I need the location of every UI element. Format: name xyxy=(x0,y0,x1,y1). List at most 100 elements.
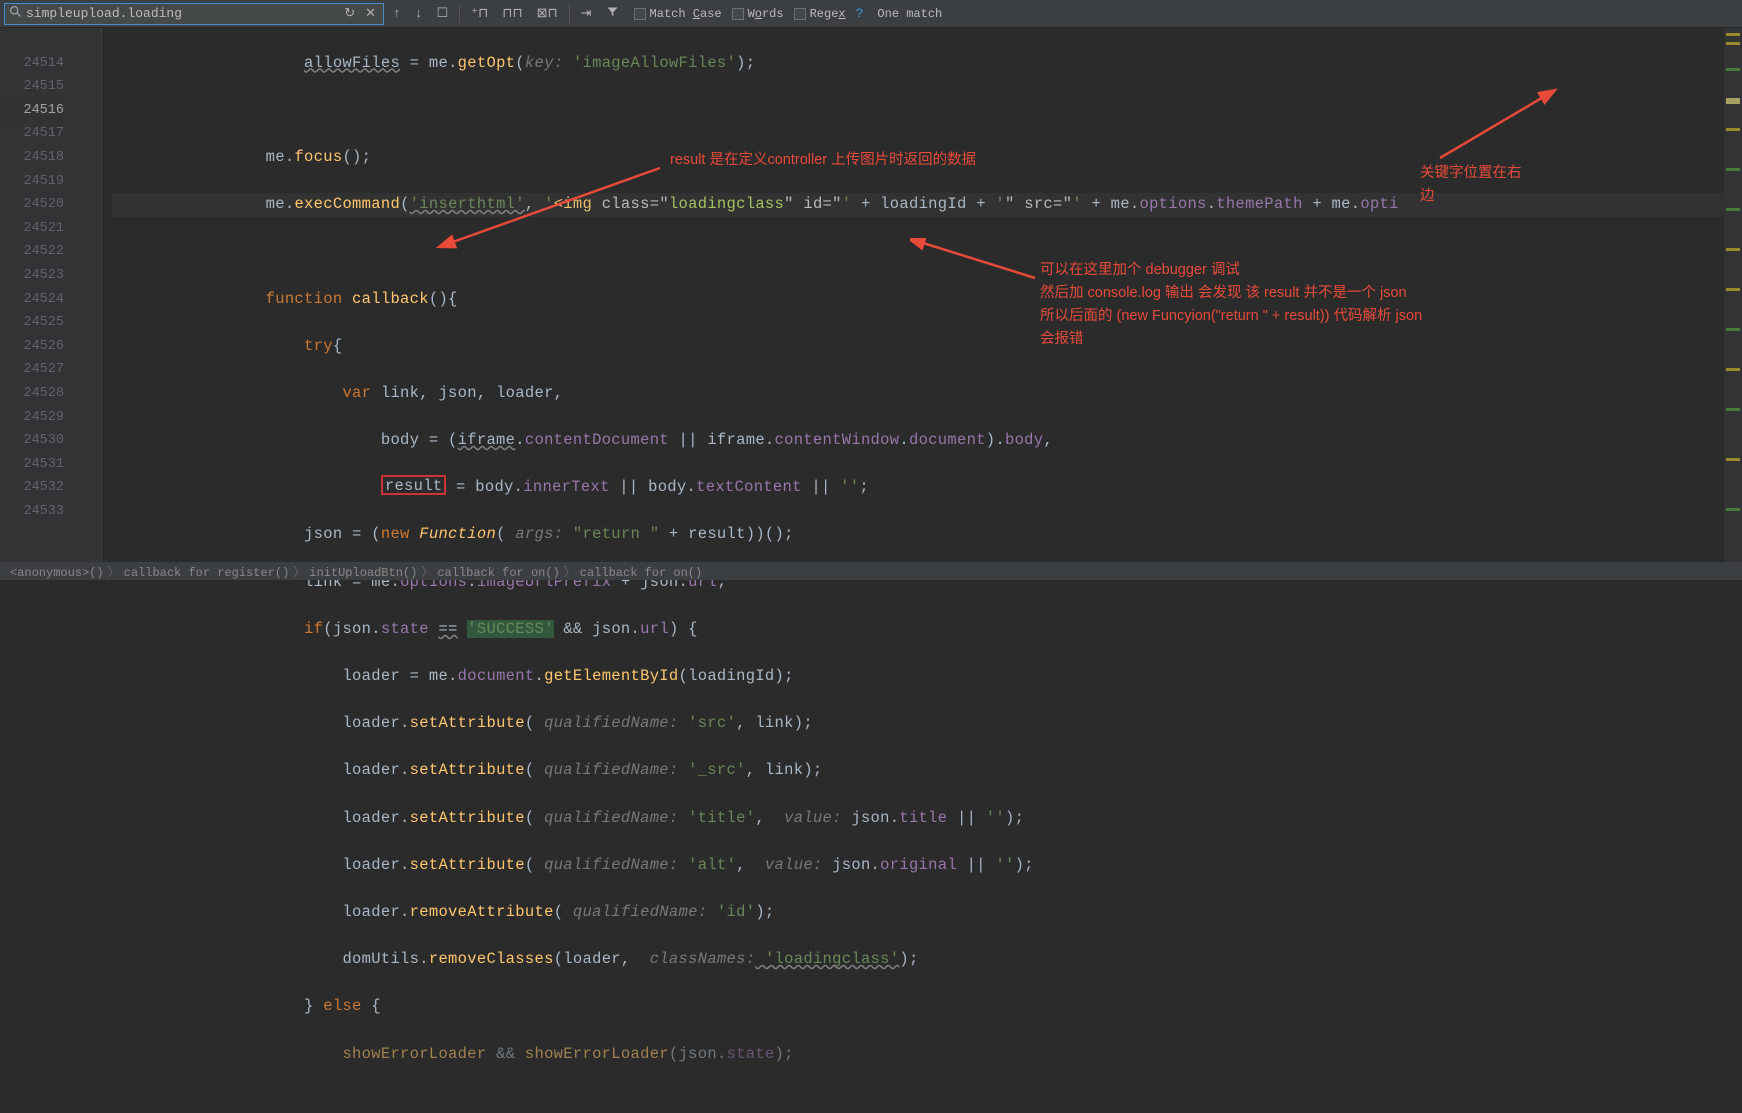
code-line xyxy=(112,240,1742,264)
punct: (){ xyxy=(429,290,458,308)
fold-gutter xyxy=(82,28,102,562)
add-selection-button[interactable]: ⁺⊓ xyxy=(466,4,493,23)
search-history-icon[interactable]: ↻ xyxy=(341,6,358,21)
code-area[interactable]: allowFiles = me.getOpt(key: 'imageAllowF… xyxy=(102,28,1742,562)
keyword: function xyxy=(266,290,343,308)
string: 'alt' xyxy=(679,856,737,874)
search-field-wrapper: ↻ ✕ xyxy=(4,3,384,25)
keyword: else xyxy=(323,997,361,1015)
breadcrumb[interactable]: <anonymous>()〉callback for register()〉in… xyxy=(0,562,1742,580)
line-number: 24524 xyxy=(0,288,64,312)
breadcrumb-item[interactable]: initUploadBtn() xyxy=(309,566,417,580)
hint: qualifiedName: xyxy=(544,856,678,874)
prev-match-button[interactable]: ↑ xyxy=(388,4,406,23)
code-line: allowFiles = me.getOpt(key: 'imageAllowF… xyxy=(112,52,1742,76)
line-number: 24533 xyxy=(0,500,64,524)
code-line: body = (iframe.contentDocument || iframe… xyxy=(112,429,1742,453)
code-line: result = body.innerText || body.textCont… xyxy=(112,476,1742,500)
string: '_src' xyxy=(679,761,746,779)
line-number: 24520 xyxy=(0,193,64,217)
line-number xyxy=(0,28,64,52)
hint: qualifiedName: xyxy=(544,761,678,779)
hint: value: xyxy=(765,856,823,874)
code-line: domUtils.removeClasses(loader, className… xyxy=(112,948,1742,972)
line-number: 24531 xyxy=(0,453,64,477)
fn: Function xyxy=(410,525,496,543)
code-line: me.execCommand('inserthtml', '<img class… xyxy=(112,193,1742,217)
line-number: 24519 xyxy=(0,170,64,194)
line-number: 24526 xyxy=(0,335,64,359)
next-match-button[interactable]: ↓ xyxy=(410,4,428,23)
punct: { xyxy=(333,337,343,355)
line-number: 24517 xyxy=(0,122,64,146)
keyword: var xyxy=(342,384,371,402)
fn-name: callback xyxy=(342,290,428,308)
code-line: loader.setAttribute( qualifiedName: '_sr… xyxy=(112,759,1742,783)
code-line: loader.setAttribute( qualifiedName: 'src… xyxy=(112,712,1742,736)
breadcrumb-item[interactable]: <anonymous>() xyxy=(10,566,104,580)
code-line: loader.removeAttribute( qualifiedName: '… xyxy=(112,901,1742,925)
string: "return " xyxy=(563,525,659,543)
export-button[interactable]: ⇥ xyxy=(576,4,597,23)
code-line: try{ xyxy=(112,335,1742,359)
breadcrumb-item[interactable]: callback for on() xyxy=(580,566,702,580)
hint: classNames: xyxy=(650,950,756,968)
code-line: } else { xyxy=(112,995,1742,1019)
editor-minimap[interactable] xyxy=(1724,28,1742,562)
filter-button[interactable] xyxy=(601,3,624,24)
toggle-selection-button[interactable]: ⊠⊓ xyxy=(532,4,563,23)
string: 'inserthtml' xyxy=(410,195,525,213)
line-number: 24527 xyxy=(0,358,64,382)
breadcrumb-item[interactable]: callback for on() xyxy=(437,566,559,580)
text: link, json, loader, xyxy=(371,384,563,402)
editor: 24514 24515 24516 24517 24518 24519 2452… xyxy=(0,28,1742,562)
line-number xyxy=(0,523,64,547)
line-number: 24523 xyxy=(0,264,64,288)
code-line: loader.setAttribute( qualifiedName: 'alt… xyxy=(112,854,1742,878)
line-number: 24530 xyxy=(0,429,64,453)
separator xyxy=(569,5,570,23)
search-input[interactable] xyxy=(26,6,337,21)
help-icon[interactable]: ? xyxy=(856,6,864,21)
line-number-gutter: 24514 24515 24516 24517 24518 24519 2452… xyxy=(0,28,82,562)
code-line: function callback(){ xyxy=(112,288,1742,312)
string: 'loadingclass' xyxy=(755,950,899,968)
match-case-checkbox[interactable]: Match Case xyxy=(634,7,722,21)
select-all-occurrences-button[interactable]: ⊓⊓ xyxy=(497,4,527,23)
string: 'SUCCESS' xyxy=(467,620,553,638)
hint: qualifiedName: xyxy=(573,903,707,921)
code-line: json = (new Function( args: "return " + … xyxy=(112,523,1742,547)
match-count: One match xyxy=(877,7,942,21)
breadcrumb-item[interactable]: callback for register() xyxy=(124,566,290,580)
keyword: new xyxy=(381,525,410,543)
line-number: 24522 xyxy=(0,240,64,264)
text: result xyxy=(385,477,443,495)
hint: value: xyxy=(784,809,842,827)
hint: qualifiedName: xyxy=(544,714,678,732)
line-number: 24532 xyxy=(0,476,64,500)
line-number: 24529 xyxy=(0,406,64,430)
words-checkbox[interactable]: Words xyxy=(732,7,784,21)
code-line: loader.setAttribute( qualifiedName: 'tit… xyxy=(112,807,1742,831)
line-number: 24521 xyxy=(0,217,64,241)
line-number: 24514 xyxy=(0,52,64,76)
keyword: if xyxy=(304,620,323,638)
regex-checkbox[interactable]: Regex xyxy=(794,7,846,21)
line-number: 24528 xyxy=(0,382,64,406)
line-number: 24525 xyxy=(0,311,64,335)
code-line xyxy=(112,99,1742,123)
string: 'id' xyxy=(707,903,755,921)
code-line: var link, json, loader, xyxy=(112,382,1742,406)
code-line: me.focus(); xyxy=(112,146,1742,170)
line-number: 24516 xyxy=(0,99,64,123)
highlighted-result: result xyxy=(381,475,447,495)
select-all-button[interactable]: ☐ xyxy=(432,4,454,23)
line-number: 24518 xyxy=(0,146,64,170)
clear-search-icon[interactable]: ✕ xyxy=(362,6,379,21)
search-icon xyxy=(9,5,22,22)
code-line: if(json.state == 'SUCCESS' && json.url) … xyxy=(112,618,1742,642)
hint: args: xyxy=(515,525,563,543)
keyword: try xyxy=(304,337,333,355)
line-number: 24515 xyxy=(0,75,64,99)
hint: qualifiedName: xyxy=(544,809,678,827)
